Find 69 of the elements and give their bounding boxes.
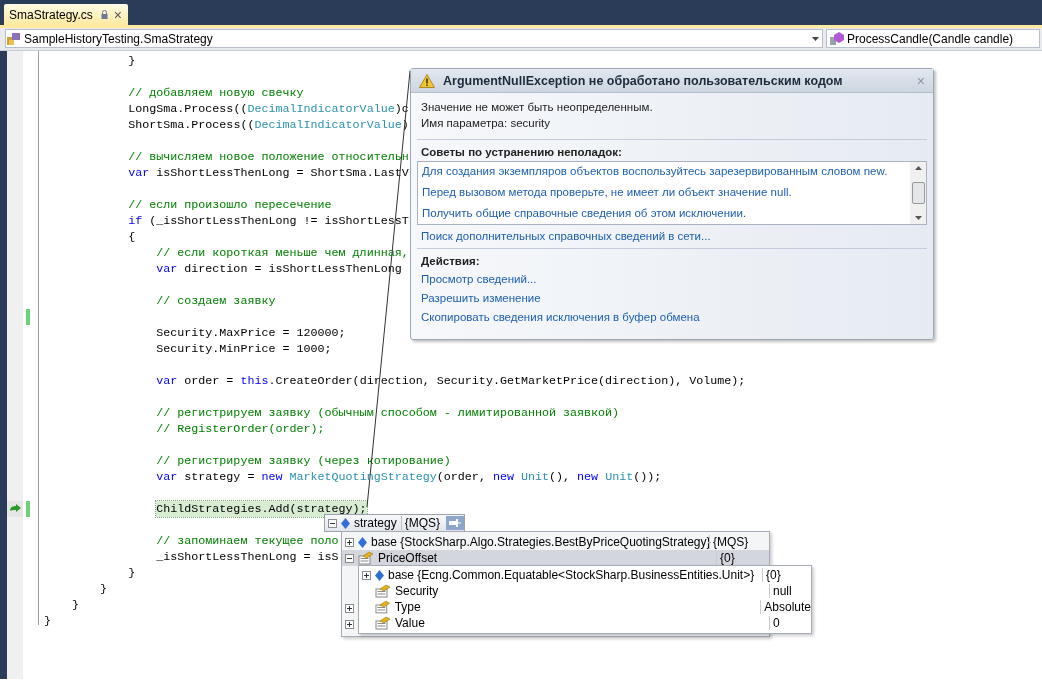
code-line: ShortSma.Process((DecimalIndicatorValue): [128, 117, 409, 133]
expander-icon[interactable]: [345, 553, 354, 563]
code-line: }: [128, 565, 136, 581]
object-icon: [358, 536, 367, 548]
code-line: {: [128, 229, 136, 245]
code-line: _isShortLessThenLong = isS: [156, 549, 339, 565]
tip-link[interactable]: Перед вызовом метода проверьте, не имеет ли объект значение null.: [422, 186, 792, 198]
class-icon: [6, 31, 22, 46]
datatip-row[interactable]: strategy {MQS}: [324, 514, 465, 532]
code-line: // запоминаем текущее поло: [156, 533, 339, 549]
section-heading: Действия:: [421, 255, 480, 267]
close-button[interactable]: ×: [113, 7, 122, 22]
tip-link[interactable]: Для создания экземпляров объектов воспользуйтесь зарезервированным словом new.: [422, 165, 888, 177]
method-icon: [829, 31, 845, 46]
code-line: // если короткая меньше чем длинная,: [156, 245, 409, 261]
code-line: Security.MaxPrice = 120000;: [156, 325, 346, 341]
code-line: var isShortLessThenLong = ShortSma.LastV: [128, 165, 409, 181]
section-heading: Советы по устранению неполадок:: [421, 146, 622, 158]
current-statement-arrow-icon: [9, 503, 21, 515]
code-line: }: [128, 53, 136, 69]
code-line: if (_isShortLessThenLong != isShortLessT: [128, 213, 409, 229]
scroll-up-icon[interactable]: [914, 166, 922, 170]
caret-icon: [812, 36, 819, 41]
action-link[interactable]: Разрешить изменение: [421, 292, 541, 304]
code-line: // если произошло пересечение: [128, 197, 332, 213]
property-icon: [375, 584, 391, 598]
code-line: }: [72, 597, 80, 613]
change-marker: [26, 501, 30, 517]
datatip-row[interactable]: Type Absolute: [359, 599, 811, 615]
expander-icon[interactable]: [345, 603, 354, 613]
code-line: // регистрируем заявку (обычным способом - лимитированной заявкой): [156, 405, 620, 421]
expander-icon[interactable]: [345, 537, 354, 547]
object-icon: [341, 517, 350, 529]
change-marker: [26, 309, 30, 325]
error-message: Имя параметра: security: [421, 117, 550, 129]
code-line: var direction = isShortLessThenLong: [156, 261, 402, 277]
datatip-row[interactable]: PriceOffset {0}: [342, 550, 769, 566]
warning-icon: [419, 73, 435, 88]
datatip-row[interactable]: base {StockSharp.Algo.Strategies.BestByPriceQuotingStrategy} {MQS}: [342, 534, 769, 550]
tip-link[interactable]: Получить общие справочные сведения об этом исключении.: [422, 207, 747, 219]
code-line: var strategy = new MarketQuotingStrategy(order, new Unit(), new Unit());: [156, 469, 662, 485]
property-icon: [375, 616, 391, 630]
expander-icon[interactable]: [328, 518, 337, 528]
code-line: LongSma.Process((DecimalIndicatorValue)c: [128, 101, 409, 117]
datatip-row[interactable]: base {Ecng.Common.Equatable<StockSharp.BusinessEntities.Unit>} {0}: [359, 567, 811, 583]
type-dropdown[interactable]: SampleHistoryTesting.SmaStrategy: [5, 29, 823, 48]
scrollbar[interactable]: [910, 162, 926, 224]
code-line: // добавляем новую свечку: [128, 85, 304, 101]
code-line: // RegisterOrder(order);: [156, 421, 325, 437]
code-line: }: [100, 581, 108, 597]
code-line: // создаем заявку: [156, 293, 276, 309]
error-message: Значение не может быть неопределенным.: [421, 101, 653, 113]
code-line: Security.MinPrice = 1000;: [156, 341, 332, 357]
code-line: }: [44, 613, 51, 629]
code-line: var order = this.CreateOrder(direction, Security.GetMarketPrice(direction), Volume);: [156, 373, 746, 389]
expander-icon[interactable]: [345, 619, 354, 629]
action-link[interactable]: Просмотр сведений...: [421, 273, 537, 285]
datatip-row[interactable]: Value 0: [359, 615, 811, 631]
property-icon: [375, 600, 391, 614]
action-link[interactable]: Скопировать сведения исключения в буфер обмена: [421, 311, 700, 323]
popup-title: ArgumentNullException не обработано пользовательским кодом: [443, 73, 843, 88]
file-tab[interactable]: SmaStrategy.cs ×: [4, 4, 128, 25]
scroll-down-icon[interactable]: [914, 216, 922, 220]
help-link[interactable]: Поиск дополнительных справочных сведений в сети...: [421, 230, 711, 242]
member-dropdown[interactable]: ProcessCandle(Candle candle): [826, 29, 1040, 48]
datatip-row[interactable]: Security null: [359, 583, 811, 599]
object-icon: [375, 569, 384, 581]
scroll-thumb[interactable]: [911, 182, 925, 204]
expander-icon[interactable]: [362, 570, 371, 580]
